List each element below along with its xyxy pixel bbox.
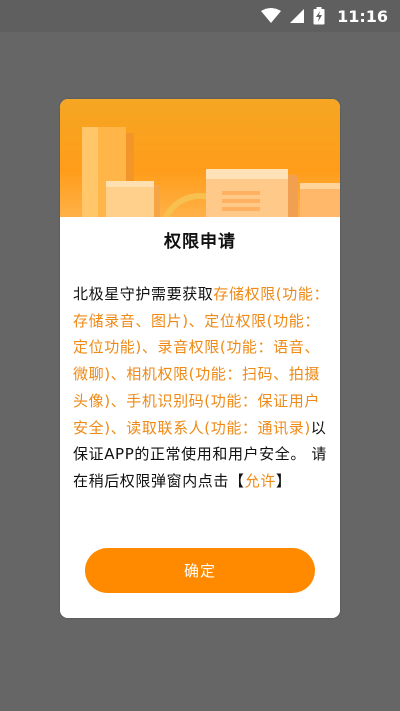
banner-illustration bbox=[60, 99, 340, 275]
status-time: 11:16 bbox=[337, 6, 388, 26]
perm-separator: 、 bbox=[110, 418, 127, 437]
perm-separator: 、 bbox=[110, 365, 127, 384]
dialog-title: 权限申请 bbox=[164, 232, 236, 252]
signal-icon bbox=[289, 8, 305, 24]
perm-contacts: 读取联系人(功能：通讯录) bbox=[126, 418, 311, 437]
confirm-button[interactable]: 确定 bbox=[85, 548, 315, 593]
message-intro: 北极星守护需要获取 bbox=[73, 285, 214, 303]
perm-separator: 、 bbox=[110, 391, 127, 410]
message-close-bracket: 】 bbox=[275, 471, 292, 490]
allow-keyword: 允许 bbox=[244, 471, 276, 490]
status-bar: 11:16 bbox=[0, 0, 400, 32]
perm-separator: 、 bbox=[141, 338, 158, 357]
dialog-message: 北极星守护需要获取存储权限(功能：存储录音、图片)、定位权限(功能：定位功能)、… bbox=[73, 281, 331, 495]
perm-separator: 、 bbox=[188, 311, 205, 330]
permission-dialog: 权限申请 北极星守护需要获取存储权限(功能：存储录音、图片)、定位权限(功能：定… bbox=[60, 99, 340, 618]
battery-charging-icon bbox=[313, 7, 325, 25]
wifi-icon bbox=[261, 8, 282, 24]
